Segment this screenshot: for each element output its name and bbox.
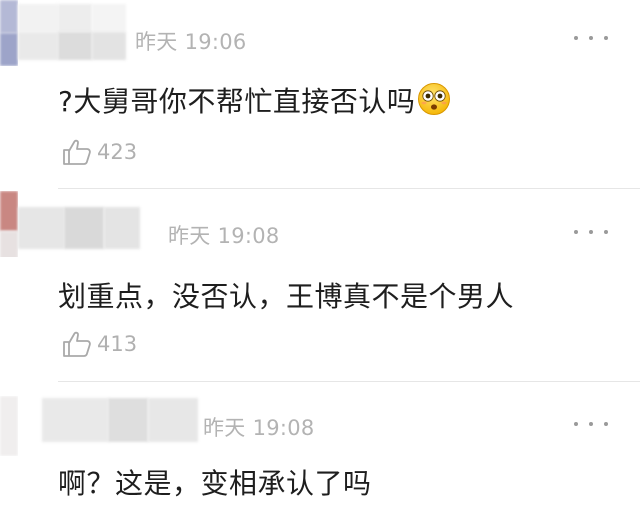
- like-button[interactable]: 413: [62, 329, 137, 359]
- like-count: 423: [97, 140, 138, 164]
- comment-timestamp: 昨天 19:08: [168, 224, 280, 248]
- more-dots-icon: [574, 36, 578, 40]
- comment-text: ?大舅哥你不帮忙直接否认吗: [58, 80, 451, 120]
- flushed-face-emoji: [418, 83, 451, 115]
- more-dots-icon: [574, 230, 578, 234]
- comment-item: 昨天 19:08 划重点，没否认，王博真不是个男人 413: [0, 189, 640, 381]
- like-count: 413: [97, 332, 138, 356]
- more-options-button[interactable]: [574, 28, 608, 48]
- comment-item: 昨天 19:08 啊？这是，变相承认了吗: [0, 382, 640, 509]
- like-button[interactable]: 423: [62, 137, 137, 167]
- thumbs-up-outline-icon: [63, 139, 91, 165]
- comment-text: 划重点，没否认，王博真不是个男人: [58, 275, 514, 315]
- comment-timestamp: 昨天 19:08: [203, 416, 315, 440]
- more-options-button[interactable]: [574, 414, 608, 434]
- comment-text-body: 划重点，没否认，王博真不是个男人: [58, 280, 515, 313]
- comment-text-body: 啊？这是，变相承认了吗: [58, 467, 372, 500]
- comment-text: 啊？这是，变相承认了吗: [58, 462, 372, 502]
- avatar[interactable]: [0, 396, 18, 456]
- username-redacted[interactable]: [18, 207, 150, 249]
- username-redacted[interactable]: [18, 4, 126, 60]
- avatar[interactable]: [0, 0, 18, 66]
- comment-timestamp: 昨天 19:06: [135, 30, 247, 54]
- more-options-button[interactable]: [574, 222, 608, 242]
- comment-text-body: ?大舅哥你不帮忙直接否认吗: [58, 85, 416, 118]
- thumbs-up-outline-icon: [63, 331, 91, 357]
- comment-item: 昨天 19:06 ?大舅哥你不帮忙直接否认吗 423: [0, 0, 640, 188]
- more-dots-icon: [574, 422, 578, 426]
- avatar[interactable]: [0, 191, 18, 257]
- username-redacted[interactable]: [42, 398, 198, 442]
